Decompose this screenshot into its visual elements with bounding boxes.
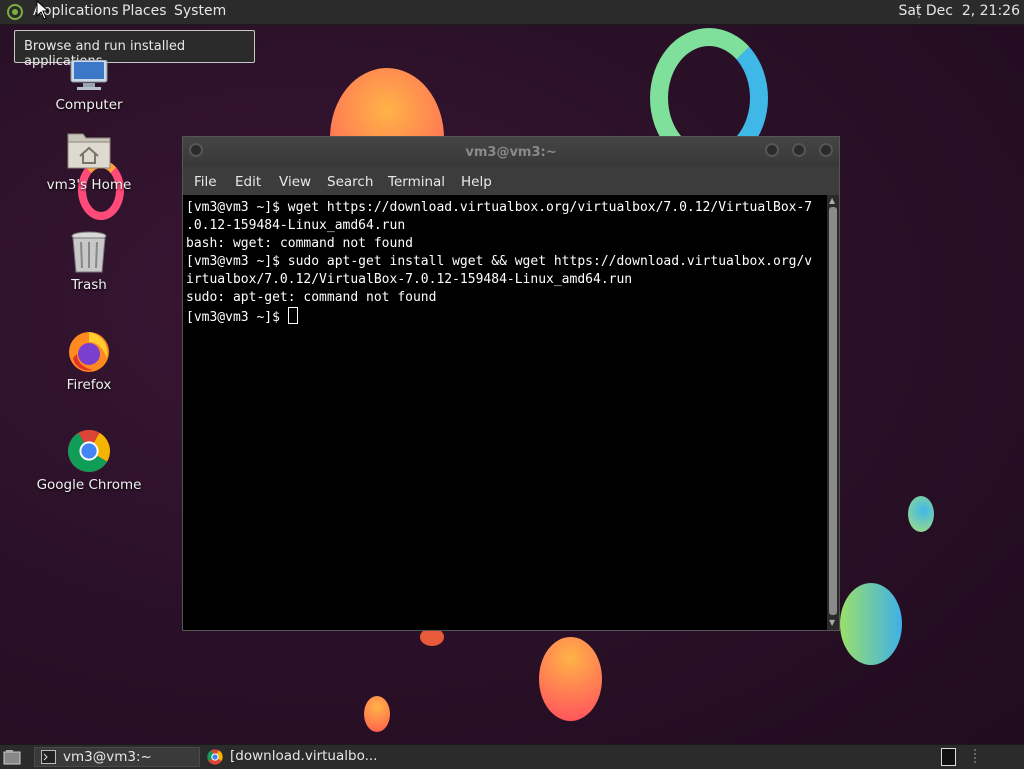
home-folder-icon (67, 133, 111, 169)
terminal-title: vm3@vm3:~ (465, 145, 557, 160)
show-desktop-icon[interactable] (3, 749, 21, 765)
taskbar-item-label: [download.virtualbo... (230, 748, 378, 764)
trash-icon (71, 231, 107, 273)
terminal-icon (41, 750, 56, 764)
menu-terminal[interactable]: Terminal (388, 174, 445, 190)
applications-tooltip: Browse and run installed applications (14, 30, 255, 69)
wallpaper-small-orange (364, 696, 390, 732)
close-button[interactable] (819, 143, 833, 157)
terminal-line: irtualbox/7.0.12/VirtualBox-7.0.12-15948… (186, 272, 633, 287)
desktop-icon-label: Google Chrome (36, 477, 142, 493)
wallpaper-orange-oval (539, 637, 602, 721)
text-cursor (287, 307, 298, 324)
bottom-panel: vm3@vm3:~ [download.virtualbo... (0, 744, 1024, 769)
desktop-icon-trash[interactable]: Trash (34, 230, 144, 294)
terminal-menubar: File Edit View Search Terminal Help (183, 167, 839, 195)
panel-clock[interactable]: Sat Dec 2, 21:26 (898, 3, 1020, 19)
wallpaper-blue-blob (908, 496, 934, 532)
scroll-down-arrow-icon[interactable]: ▼ (829, 618, 835, 627)
scrollbar-thumb[interactable] (829, 207, 837, 615)
taskbar-item-terminal[interactable]: vm3@vm3:~ (34, 747, 200, 767)
terminal-prompt: [vm3@vm3 ~]$ (186, 310, 288, 325)
terminal-window[interactable]: vm3@vm3:~ File Edit View Search Terminal… (182, 136, 840, 631)
taskbar-item-chrome[interactable]: [download.virtualbo... (202, 747, 392, 767)
terminal-line: [vm3@vm3 ~]$ sudo apt-get install wget &… (186, 254, 813, 269)
maximize-button[interactable] (792, 143, 806, 157)
taskbar-item-label: vm3@vm3:~ (63, 749, 152, 765)
desktop-icon-home[interactable]: vm3's Home (34, 130, 144, 194)
wallpaper-green-blob (840, 583, 902, 665)
scroll-up-arrow-icon[interactable]: ▲ (829, 196, 835, 205)
desktop-icon-firefox[interactable]: Firefox (34, 328, 144, 393)
terminal-prompt-line: [vm3@vm3 ~]$ (186, 307, 812, 327)
desktop-icon-label: Trash (71, 277, 107, 293)
terminal-output[interactable]: [vm3@vm3 ~]$ wget https://download.virtu… (183, 195, 827, 630)
terminal-titlebar[interactable]: vm3@vm3:~ (183, 137, 839, 167)
chrome-icon (67, 429, 111, 473)
terminal-line: sudo: apt-get: command not found (186, 290, 437, 305)
terminal-line: bash: wget: command not found (186, 236, 413, 251)
minimize-button[interactable] (765, 143, 779, 157)
desktop-icon-label: vm3's Home (46, 177, 132, 193)
mate-logo-icon (7, 4, 23, 20)
system-menu[interactable]: System (174, 3, 226, 19)
computer-icon (70, 60, 108, 90)
top-panel: Applications Places System Sat Dec 2, 21… (0, 0, 1024, 25)
terminal-line: .0.12-159484-Linux_amd64.run (186, 218, 406, 233)
mouse-pointer-icon (36, 0, 50, 20)
places-menu[interactable]: Places (122, 3, 167, 19)
terminal-text: [vm3@vm3 ~]$ wget https://download.virtu… (186, 199, 812, 327)
desktop-icon-computer[interactable]: Computer (34, 60, 144, 120)
panel-separator (974, 749, 976, 765)
menu-edit[interactable]: Edit (235, 174, 261, 190)
workspace-switcher[interactable] (941, 748, 956, 766)
desktop-icon-chrome[interactable]: Google Chrome (34, 428, 144, 493)
menu-search[interactable]: Search (327, 174, 373, 190)
terminal-line: [vm3@vm3 ~]$ wget https://download.virtu… (186, 200, 813, 215)
desktop-icon-label: Computer (55, 97, 123, 113)
terminal-scrollbar[interactable]: ▲ ▼ (827, 195, 839, 630)
menu-file[interactable]: File (194, 174, 217, 190)
chrome-icon (207, 749, 223, 765)
desktop-icon-label: Firefox (66, 377, 112, 393)
firefox-icon (69, 332, 109, 372)
menu-view[interactable]: View (279, 174, 311, 190)
menu-help[interactable]: Help (461, 174, 492, 190)
